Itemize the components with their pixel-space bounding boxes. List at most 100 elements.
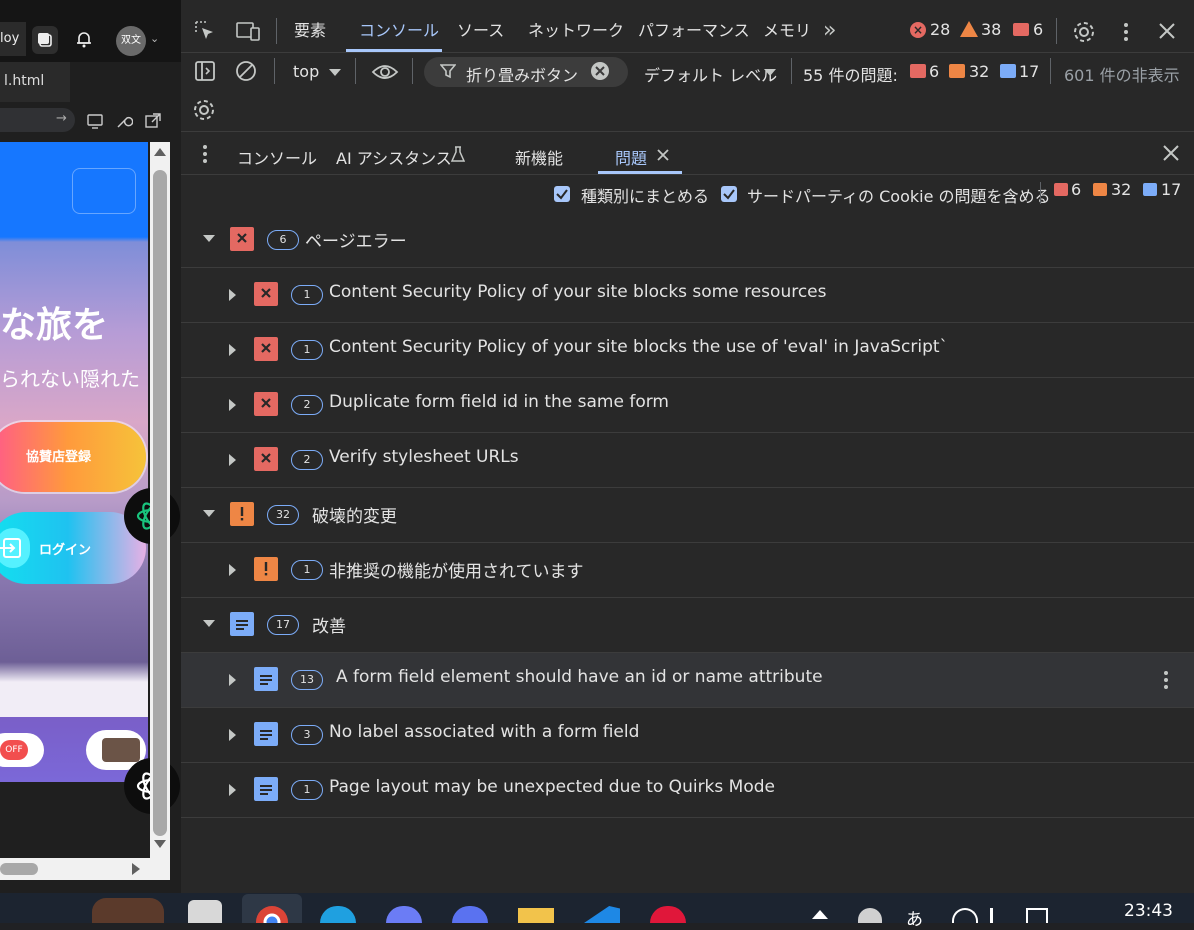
chevron-down-icon[interactable] xyxy=(329,69,341,76)
more-tabs-icon[interactable]: » xyxy=(823,0,836,52)
expand-icon[interactable] xyxy=(229,454,236,466)
issue-row[interactable]: 13 A form field element should have an i… xyxy=(181,653,1194,708)
chevron-down-icon[interactable]: ⌄ xyxy=(150,32,159,45)
expand-icon[interactable] xyxy=(229,564,236,576)
issue-count[interactable]: 6 xyxy=(1033,20,1043,39)
issues-empty-area xyxy=(181,818,1194,893)
row-menu-icon[interactable] xyxy=(1163,670,1169,694)
issue-count-badge: 1 xyxy=(291,285,323,305)
close-icon[interactable] xyxy=(1158,22,1176,44)
file-explorer-icon[interactable] xyxy=(518,908,554,923)
issue-count-badge: 2 xyxy=(291,395,323,415)
third-party-cookie-checkbox[interactable] xyxy=(721,186,737,202)
header-button[interactable] xyxy=(72,168,136,214)
vertical-scrollbar[interactable] xyxy=(150,142,170,858)
arrow-right-icon[interactable]: → xyxy=(56,111,67,126)
wrench-icon[interactable] xyxy=(115,112,134,130)
warning-count[interactable]: 38 xyxy=(981,20,1001,39)
login-icon xyxy=(0,528,30,568)
avatar[interactable]: 双文 xyxy=(116,26,146,56)
issue-count-badge: 17 xyxy=(267,615,299,635)
issue-count-badge: 2 xyxy=(291,450,323,470)
issue-group-page-errors[interactable]: 6 ページエラー xyxy=(181,213,1194,268)
drawer-tab-whats-new[interactable]: 新機能 xyxy=(515,145,563,169)
widget-icon[interactable] xyxy=(92,898,164,923)
third-party-cookie-label[interactable]: サードパーティの Cookie の問題を含める xyxy=(747,183,1051,207)
issue-row[interactable]: 1 Content Security Policy of your site b… xyxy=(181,268,1194,323)
clear-console-icon[interactable] xyxy=(235,60,257,86)
chevron-up-icon[interactable] xyxy=(812,910,828,919)
console-settings-icon[interactable] xyxy=(192,98,216,126)
scrollbar-thumb[interactable] xyxy=(153,170,167,836)
tab-console[interactable]: コンソール xyxy=(359,0,439,52)
active-tab-indicator xyxy=(598,171,682,174)
error-count[interactable]: 28 xyxy=(930,20,950,39)
issue-label: Verify stylesheet URLs xyxy=(329,447,519,467)
issues-label: 55 件の問題: xyxy=(803,66,898,85)
context-select[interactable]: top xyxy=(293,62,319,81)
ime-indicator[interactable]: あ xyxy=(906,905,923,930)
volume-icon[interactable] xyxy=(990,908,1015,923)
scroll-right-icon[interactable] xyxy=(132,863,140,875)
scroll-down-icon[interactable] xyxy=(154,840,166,848)
issue-label: No label associated with a form field xyxy=(329,722,640,742)
issue-group-breaking-changes[interactable]: 32 破壊的変更 xyxy=(181,488,1194,543)
open-external-icon[interactable] xyxy=(144,112,162,130)
issue-row[interactable]: 2 Verify stylesheet URLs xyxy=(181,433,1194,488)
tab-memory[interactable]: メモリ xyxy=(763,0,811,52)
more-vert-icon[interactable] xyxy=(1123,22,1129,46)
tab-search-icon[interactable] xyxy=(32,26,58,54)
inspect-element-icon[interactable] xyxy=(194,20,216,46)
expand-icon[interactable] xyxy=(203,510,215,517)
drawer-tab-ai-assistance[interactable]: AI アシスタンス xyxy=(336,145,452,169)
expand-icon[interactable] xyxy=(229,674,236,686)
sidebar-toggle-icon[interactable] xyxy=(194,60,216,86)
device-toolbar-icon[interactable] xyxy=(235,20,261,46)
battery-icon[interactable] xyxy=(1026,908,1048,923)
tab-sources[interactable]: ソース xyxy=(457,0,504,52)
issue-group-improvements[interactable]: 17 改善 xyxy=(181,598,1194,653)
horizontal-scrollbar[interactable] xyxy=(0,858,170,880)
eye-icon[interactable] xyxy=(371,62,399,86)
file-icon[interactable] xyxy=(188,900,222,923)
tab-elements[interactable]: 要素 xyxy=(294,0,326,52)
drawer-menu-icon[interactable] xyxy=(202,144,208,168)
group-by-kind-checkbox[interactable] xyxy=(554,186,570,202)
close-tab-icon[interactable] xyxy=(656,147,670,166)
sponsor-register-button[interactable]: 協賛店登録 xyxy=(0,422,146,492)
monitor-icon[interactable] xyxy=(86,112,104,130)
drawer-tab-issues[interactable]: 問題 xyxy=(615,145,647,169)
issue-row[interactable]: 2 Duplicate form field id in the same fo… xyxy=(181,378,1194,433)
expand-icon[interactable] xyxy=(229,289,236,301)
issues-summary[interactable]: 55 件の問題: xyxy=(803,62,898,86)
chrome-taskbar-item[interactable] xyxy=(242,894,302,930)
tab-network[interactable]: ネットワーク xyxy=(528,0,624,52)
expand-icon[interactable] xyxy=(229,399,236,411)
issue-row[interactable]: 3 No label associated with a form field xyxy=(181,708,1194,763)
close-drawer-icon[interactable] xyxy=(1162,144,1180,166)
expand-icon[interactable] xyxy=(203,235,215,242)
clock[interactable]: 23:43 xyxy=(1124,901,1173,921)
group-by-kind-label[interactable]: 種類別にまとめる xyxy=(581,183,709,207)
issue-row[interactable]: 1 非推奨の機能が使用されています xyxy=(181,543,1194,598)
expand-icon[interactable] xyxy=(229,729,236,741)
scrollbar-thumb[interactable] xyxy=(0,863,38,875)
expand-icon[interactable] xyxy=(229,784,236,796)
browser-tab-deploy[interactable]: loy xyxy=(0,22,26,56)
expand-icon[interactable] xyxy=(229,344,236,356)
issue-count-badge: 13 xyxy=(291,670,323,690)
browser-tab-file[interactable]: l.html xyxy=(0,62,70,102)
bell-icon[interactable] xyxy=(74,29,94,49)
info-issue-icon xyxy=(254,722,278,746)
issue-row[interactable]: 1 Content Security Policy of your site b… xyxy=(181,323,1194,378)
clear-filter-icon[interactable] xyxy=(591,62,609,80)
scroll-up-icon[interactable] xyxy=(154,148,166,156)
drawer-tab-console[interactable]: コンソール xyxy=(237,145,317,169)
log-level-select[interactable]: デフォルト レベル xyxy=(644,62,777,86)
avatar-label: 双文 xyxy=(121,35,141,46)
expand-icon[interactable] xyxy=(203,620,215,627)
issue-row[interactable]: 1 Page layout may be unexpected due to Q… xyxy=(181,763,1194,818)
tab-performance[interactable]: パフォーマンス xyxy=(638,0,750,52)
chevron-down-icon[interactable] xyxy=(764,69,776,76)
settings-gear-icon[interactable] xyxy=(1072,20,1096,48)
